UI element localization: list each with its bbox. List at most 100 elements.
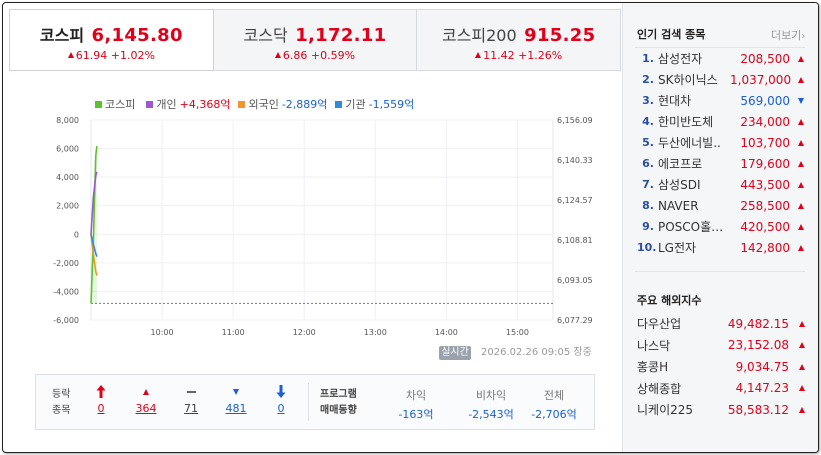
popular-stock-row[interactable]: 6. 에코프로 179,600 xyxy=(637,153,807,174)
index-value: 1,172.11 xyxy=(295,25,387,46)
stock-rank: 2. xyxy=(642,73,654,86)
index-change: 11.42 +1.26% xyxy=(417,49,620,62)
lower-limit-arrow-icon xyxy=(266,385,296,399)
non-arbitrage-item: 비차익 -2,543억 xyxy=(456,387,526,422)
tab-name: 코스피 xyxy=(39,26,85,45)
program-label: 차익 xyxy=(405,389,427,402)
index-name: 홍콩H xyxy=(637,360,669,375)
popular-stock-row[interactable]: 7. 삼성SDI 443,500 xyxy=(637,174,807,195)
divider xyxy=(308,383,309,421)
popular-stock-row[interactable]: 1. 삼성전자 208,500 xyxy=(637,48,807,69)
left-axis-tick: -4,000 xyxy=(53,287,79,296)
index-name: 니케이225 xyxy=(637,403,694,418)
right-axis-tick: 6,108.81 xyxy=(557,236,593,245)
change-text: 61.94 +1.02% xyxy=(75,49,155,62)
popular-stocks-title: 인기 검색 종목 xyxy=(637,28,706,41)
popular-stock-row[interactable]: 4. 한미반도체 234,000 xyxy=(637,111,807,132)
overseas-index-row[interactable]: 홍콩H 9,034.75 xyxy=(637,356,807,378)
market-widget: 코스피 6,145.80 61.94 +1.02% 코스닥 1,172.11 6… xyxy=(2,2,819,453)
tab-name: 코스닥 xyxy=(243,26,288,45)
market-summary-box: 등락 종목 0 364 71 481 0 프로그램 매매동향 차익 -163억 … xyxy=(35,374,595,430)
sidebar: 인기 검색 종목 더보기› 1. 삼성전자 208,500 2. SK하이닉스 1,037… xyxy=(622,3,818,452)
down-triangle-icon xyxy=(790,94,804,108)
overseas-index-row[interactable]: 다우산업 49,482.15 xyxy=(637,313,807,335)
stock-price: 1,037,000 xyxy=(730,72,792,87)
title-line: 등락 xyxy=(52,389,71,400)
count-value: 71 xyxy=(184,402,198,415)
program-label: 전체 xyxy=(543,389,565,402)
count-value: 481 xyxy=(225,402,247,415)
index-value: 23,152.08 xyxy=(727,338,789,353)
index-value: 49,482.15 xyxy=(727,316,789,331)
stock-rank: 4. xyxy=(642,115,654,128)
stock-rank: 5. xyxy=(642,136,654,149)
overseas-index-row[interactable]: 나스닥 23,152.08 xyxy=(637,335,807,357)
realtime-badge[interactable]: 실시간 xyxy=(439,346,471,360)
stock-name: 현대차 xyxy=(658,94,692,108)
overseas-index-row[interactable]: 상해종합 4,147.23 xyxy=(637,378,807,400)
stock-name: POSCO홀… xyxy=(658,220,724,234)
right-axis-tick: 6,124.57 xyxy=(557,196,593,205)
stock-price: 420,500 xyxy=(740,219,790,234)
up-triangle-icon xyxy=(131,385,161,399)
program-value: -2,706억 xyxy=(531,408,577,421)
rise-count[interactable]: 364 xyxy=(131,385,161,415)
fall-count[interactable]: 481 xyxy=(221,385,251,415)
stock-name: 삼성전자 xyxy=(658,52,703,66)
popular-stock-row[interactable]: 3. 현대차 569,000 xyxy=(637,90,807,111)
up-triangle-icon xyxy=(790,241,804,255)
x-axis-tick: 11:00 xyxy=(222,328,245,336)
stock-rank: 6. xyxy=(642,157,654,170)
up-triangle-icon xyxy=(790,220,804,234)
count-value: 0 xyxy=(277,402,285,415)
stock-price: 103,700 xyxy=(740,135,790,150)
popular-stock-row[interactable]: 5. 두산에너빌.. 103,700 xyxy=(637,132,807,153)
right-axis-tick: 6,093.05 xyxy=(557,276,593,285)
flat-dash-icon xyxy=(176,385,206,399)
stock-price: 234,000 xyxy=(740,114,790,129)
overseas-index-row[interactable]: 니케이225 58,583.12 xyxy=(637,399,807,421)
popular-stock-row[interactable]: 9. POSCO홀… 420,500 xyxy=(637,216,807,237)
more-link[interactable]: 더보기› xyxy=(771,27,805,43)
index-name: 나스닥 xyxy=(637,338,671,353)
stock-name: 에코프로 xyxy=(658,157,703,171)
stock-rank: 7. xyxy=(642,178,654,191)
tab-kospi200[interactable]: 코스피200 915.25 11.42 +1.26% xyxy=(417,9,622,71)
stock-rank: 1. xyxy=(642,52,654,65)
chart-timestamp: 2026.02.26 09:05 장중 xyxy=(481,347,592,358)
up-triangle-icon xyxy=(789,338,805,352)
upper-limit-count[interactable]: 0 xyxy=(86,385,116,415)
up-triangle-icon xyxy=(790,178,804,192)
more-label: 더보기 xyxy=(771,29,802,42)
lower-limit-count[interactable]: 0 xyxy=(266,385,296,415)
tab-name: 코스피200 xyxy=(441,26,517,45)
popular-stock-row[interactable]: 2. SK하이닉스 1,037,000 xyxy=(637,69,807,90)
left-axis-tick: 4,000 xyxy=(56,173,79,182)
program-value: -2,543억 xyxy=(468,408,514,421)
plot-frame xyxy=(90,119,554,321)
popular-stock-row[interactable]: 10. LG전자 142,800 xyxy=(637,237,807,258)
up-triangle-icon xyxy=(790,115,804,129)
right-axis-tick: 6,077.29 xyxy=(557,316,593,325)
index-value: 4,147.23 xyxy=(735,381,789,396)
divider xyxy=(635,271,805,272)
index-change: 61.94 +1.02% xyxy=(10,49,213,62)
tab-kospi[interactable]: 코스피 6,145.80 61.94 +1.02% xyxy=(9,9,214,71)
stock-name: LG전자 xyxy=(658,241,697,255)
total-item: 전체 -2,706억 xyxy=(519,387,589,422)
index-change: 6.86 +0.59% xyxy=(214,49,417,62)
popular-stock-row[interactable]: 8. NAVER 258,500 xyxy=(637,195,807,216)
left-axis-tick: 8,000 xyxy=(56,116,79,125)
unchanged-count[interactable]: 71 xyxy=(176,385,206,415)
x-axis-tick: 13:00 xyxy=(364,328,387,336)
stock-price: 179,600 xyxy=(740,156,790,171)
chevron-right-icon: › xyxy=(801,31,806,42)
x-axis-tick: 10:00 xyxy=(151,328,174,336)
popular-stocks-list: 1. 삼성전자 208,500 2. SK하이닉스 1,037,000 3. 현대차 569,0… xyxy=(637,48,807,258)
program-trading-title: 프로그램 매매동향 xyxy=(320,387,357,419)
tab-kosdaq[interactable]: 코스닥 1,172.11 6.86 +0.59% xyxy=(213,9,418,71)
left-axis-tick: 2,000 xyxy=(56,202,79,211)
x-axis-tick: 15:00 xyxy=(506,328,529,336)
stock-price: 208,500 xyxy=(740,51,790,66)
left-axis-tick: -2,000 xyxy=(53,259,79,268)
